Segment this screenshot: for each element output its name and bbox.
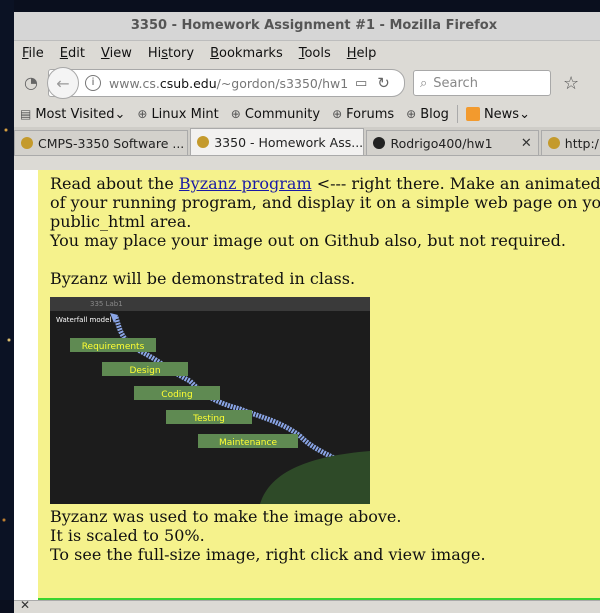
tab-label: 3350 - Homework Ass... xyxy=(214,134,364,150)
menu-help[interactable]: Help xyxy=(339,46,385,61)
menu-edit-mnemonic: E xyxy=(59,45,68,61)
menu-view[interactable]: View xyxy=(93,46,140,61)
csub-favicon-icon xyxy=(21,137,33,149)
bookmark-news[interactable]: News ⌄ xyxy=(460,107,536,122)
step-label-testing: Testing xyxy=(192,414,225,424)
menu-edit[interactable]: Edit xyxy=(52,46,93,61)
github-icon xyxy=(373,137,386,149)
menu-bookmarks-mnemonic: B xyxy=(210,45,220,61)
close-icon[interactable]: ✕ xyxy=(521,136,532,151)
bookmark-folder-icon: ▤ xyxy=(20,107,32,121)
menu-file-rest: ile xyxy=(28,45,44,61)
menu-file[interactable]: File xyxy=(14,46,52,61)
menu-help-mnemonic: H xyxy=(346,45,357,61)
hill-shape xyxy=(260,451,370,504)
reload-icon[interactable]: ↻ xyxy=(377,74,390,92)
downloads-icon[interactable]: ◔ xyxy=(20,72,42,94)
bookmark-news-label: News xyxy=(483,106,520,122)
bookmarks-toolbar: ▤ Most Visited ⌄ ⊕ Linux Mint ⊕ Community ⊕ F… xyxy=(14,101,600,127)
bookmark-blog[interactable]: ⊕ Blog xyxy=(400,107,455,122)
intro-arrow-text: <--- right there. Make an animated g xyxy=(311,174,600,193)
tab-strip: CMPS-3350 Software ...✕ 3350 - Homework … xyxy=(14,127,600,156)
page-viewport: Read about the Byzanz program <--- right… xyxy=(14,170,600,601)
page-content: Read about the Byzanz program <--- right… xyxy=(38,170,600,598)
tab-label: http:/ xyxy=(564,135,599,151)
url-path: /~gordon/s3350/hw1.ht xyxy=(216,75,349,91)
tab-label: Rodrigo400/hw1 xyxy=(390,135,493,151)
waterfall-label: Waterfall model xyxy=(56,316,111,324)
reader-view-icon[interactable]: ▭ xyxy=(355,76,367,91)
intro-paragraph: Read about the Byzanz program <--- right… xyxy=(50,170,600,250)
menu-bar: File Edit View History Bookmarks Tools H… xyxy=(14,41,600,65)
url-domain: csub.edu xyxy=(159,75,217,91)
bookmark-star-icon[interactable]: ☆ xyxy=(563,73,579,94)
chevron-down-icon: ⌄ xyxy=(114,106,126,122)
bookmark-most-visited[interactable]: ▤ Most Visited ⌄ xyxy=(14,107,131,122)
chevron-down-icon: ⌄ xyxy=(519,106,530,122)
toolbar-separator xyxy=(456,105,458,123)
browser-window: 3350 - Homework Assignment #1 - Mozilla … xyxy=(14,12,600,613)
tab-label: CMPS-3350 Software ... xyxy=(38,135,185,151)
caption-line-1: Byzanz was used to make the image above. xyxy=(50,507,402,526)
screenshot-titlebar: 335 Lab1 xyxy=(50,297,370,311)
menu-tools-mnemonic: T xyxy=(298,45,305,61)
bookmark-forums[interactable]: ⊕ Forums xyxy=(326,107,400,122)
csub-favicon-icon xyxy=(547,137,560,149)
step-label-coding: Coding xyxy=(161,390,192,400)
menu-view-mnemonic: V xyxy=(100,45,110,61)
tab-github[interactable]: Rodrigo400/hw1 ✕ xyxy=(366,130,539,155)
site-info-icon[interactable]: i xyxy=(85,75,101,91)
step-label-maintenance: Maintenance xyxy=(219,438,277,448)
close-icon[interactable]: ✕ xyxy=(20,598,30,612)
window-title: 3350 - Homework Assignment #1 - Mozilla … xyxy=(14,12,600,41)
step-label-design: Design xyxy=(129,366,160,376)
step-label-requirements: Requirements xyxy=(82,342,145,352)
url-prefix: www.cs. xyxy=(109,75,160,91)
find-bar: ✕ xyxy=(14,598,600,613)
bookmark-forums-label: Forums xyxy=(346,106,395,122)
bookmark-community[interactable]: ⊕ Community xyxy=(225,107,326,122)
search-input[interactable]: ⌕ Search xyxy=(413,70,551,96)
globe-icon: ⊕ xyxy=(406,107,417,121)
bookmark-community-label: Community xyxy=(244,106,321,122)
bookmark-most-visited-label: Most Visited xyxy=(35,106,115,122)
step-boxes: Requirements Design Coding Testing Maint… xyxy=(70,338,298,448)
intro-line-2: of your running program, and display it … xyxy=(50,193,600,212)
tab-cmps-3350[interactable]: CMPS-3350 Software ...✕ xyxy=(14,130,189,155)
menu-history-mnemonic: s xyxy=(161,45,168,61)
globe-icon: ⊕ xyxy=(332,107,343,121)
rss-icon xyxy=(465,107,480,121)
url-bar[interactable]: ← i www.cs.csub.edu/~gordon/s3350/hw1.ht… xyxy=(47,67,405,99)
intro-line-3: public_html area. xyxy=(50,212,192,231)
bookmark-blog-label: Blog xyxy=(420,106,449,122)
url-text[interactable]: www.cs.csub.edu/~gordon/s3350/hw1.ht xyxy=(109,76,349,91)
byzanz-link[interactable]: Byzanz program xyxy=(179,174,312,193)
globe-icon: ⊕ xyxy=(137,107,148,121)
caption-line-2: It is scaled to 50%. xyxy=(50,526,205,545)
waterfall-graphic: Waterfall model Requirements Design Codi… xyxy=(56,313,370,504)
menu-tools[interactable]: Tools xyxy=(291,46,339,61)
navigation-toolbar: ◔ ← i www.cs.csub.edu/~gordon/s3350/hw1.… xyxy=(14,65,600,101)
intro-line-1: Read about the Byzanz program <--- right… xyxy=(50,174,600,193)
csub-favicon-icon xyxy=(197,136,210,148)
caption-line-3: To see the full-size image, right click … xyxy=(50,545,486,564)
globe-icon: ⊕ xyxy=(230,107,241,121)
bookmark-linux-mint-label: Linux Mint xyxy=(151,106,219,122)
desktop-background xyxy=(0,0,14,600)
search-placeholder: Search xyxy=(433,75,478,91)
search-icon: ⌕ xyxy=(420,75,428,91)
intro-text: Read about the xyxy=(50,174,179,193)
intro-line-4: You may place your image out on Github a… xyxy=(50,231,566,250)
back-button-icon[interactable]: ← xyxy=(47,67,79,99)
demo-paragraph: Byzanz will be demonstrated in class. xyxy=(50,269,356,288)
byzanz-screenshot-image[interactable]: 335 Lab1 Waterfall model Requirements De… xyxy=(50,297,370,504)
bookmark-linux-mint[interactable]: ⊕ Linux Mint xyxy=(131,107,224,122)
menu-bookmarks[interactable]: Bookmarks xyxy=(202,46,291,61)
menu-history[interactable]: History xyxy=(140,46,202,61)
tab-homework[interactable]: 3350 - Homework Ass...✕ xyxy=(190,128,365,155)
tab-http[interactable]: http:/ xyxy=(540,130,600,155)
